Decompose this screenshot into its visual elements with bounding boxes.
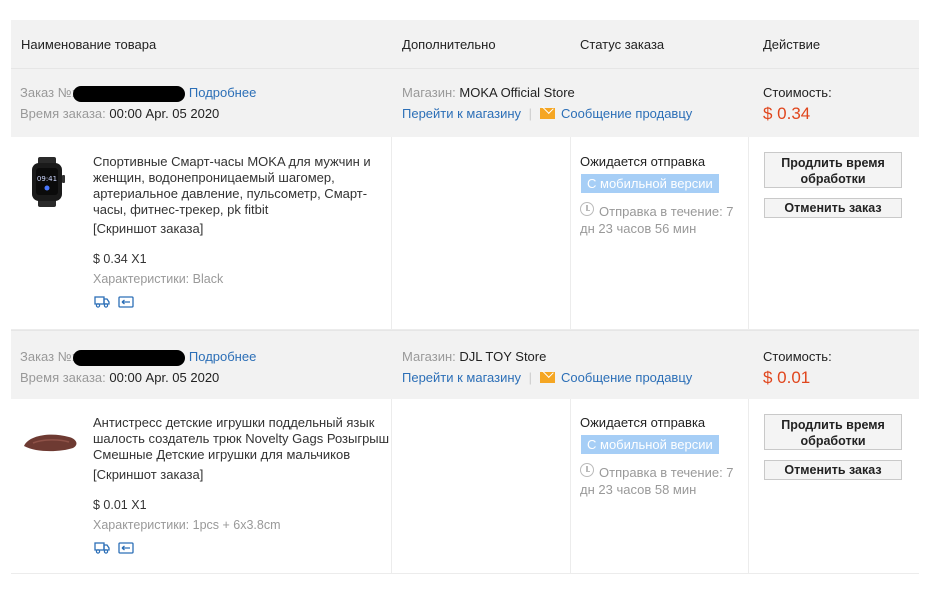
redacted-order-number — [73, 349, 186, 366]
price-quantity: $ 0.34 X1 — [93, 252, 147, 266]
order-details-link[interactable]: Подробнее — [189, 85, 256, 100]
order-item-row: 09:41 Спортивные Смарт-часы MOKA для муж… — [11, 137, 919, 330]
header-extra: Дополнительно — [402, 37, 496, 52]
header-product-name: Наименование товара — [21, 37, 157, 52]
cost-value: $ 0.34 — [763, 104, 811, 123]
return-icon[interactable] — [118, 541, 134, 554]
mail-icon[interactable] — [540, 108, 556, 119]
message-seller-link[interactable]: Сообщение продавцу — [561, 370, 692, 385]
order-time-label: Время заказа: — [20, 370, 106, 385]
order-details-link[interactable]: Подробнее — [189, 349, 256, 364]
fake-tongue-image[interactable] — [21, 429, 81, 455]
status-title: Ожидается отправка — [580, 415, 706, 430]
mobile-version-badge: С мобильной версии — [581, 174, 719, 193]
table-header: Наименование товара Дополнительно Статус… — [11, 20, 919, 68]
price-quantity: $ 0.01 X1 — [93, 498, 147, 512]
mobile-version-badge: С мобильной версии — [581, 435, 719, 454]
order-number-label: Заказ №: — [20, 85, 76, 100]
extend-processing-button[interactable]: Продлить время обработки — [764, 414, 902, 450]
order-item-row: Антистресс детские игрушки поддельный яз… — [11, 399, 919, 574]
extend-processing-button[interactable]: Продлить время обработки — [764, 152, 902, 188]
redacted-order-number — [73, 85, 186, 102]
order-header: Заказ №: Подробнее Время заказа: 00:00 A… — [11, 330, 919, 399]
delivery-truck-icon[interactable] — [94, 541, 110, 554]
return-icon[interactable] — [118, 295, 134, 308]
link-divider: | — [528, 106, 533, 121]
column-divider — [570, 137, 571, 329]
product-specs: Характеристики: Black — [93, 272, 224, 286]
header-status: Статус заказа — [580, 37, 665, 52]
status-title: Ожидается отправка — [580, 154, 706, 169]
order-screenshot-link[interactable]: [Скриншот заказа] — [93, 467, 203, 482]
store-name: DJL TOY Store — [459, 349, 547, 364]
delivery-truck-icon[interactable] — [94, 295, 110, 308]
cost-value: $ 0.01 — [763, 368, 811, 387]
shipping-eta: Отправка в течение: 7 дн 23 часов 58 мин — [580, 465, 734, 497]
order-time-label: Время заказа: — [20, 106, 106, 121]
product-title-link[interactable]: Антистресс детские игрушки поддельный яз… — [93, 415, 393, 463]
order-number-label: Заказ №: — [20, 349, 76, 364]
store-label: Магазин: — [402, 349, 456, 364]
column-divider — [570, 399, 571, 573]
store-name: MOKA Official Store — [459, 85, 575, 100]
message-seller-link[interactable]: Сообщение продавцу — [561, 106, 692, 121]
order-screenshot-link[interactable]: [Скриншот заказа] — [93, 221, 203, 236]
mail-icon[interactable] — [540, 372, 556, 383]
smartwatch-image[interactable]: 09:41 — [26, 157, 70, 207]
cancel-order-button[interactable]: Отменить заказ — [764, 460, 902, 480]
go-to-store-link[interactable]: Перейти к магазину — [402, 370, 521, 385]
cost-label: Стоимость: — [763, 349, 832, 364]
product-specs: Характеристики: 1pcs + 6x3.8cm — [93, 518, 281, 532]
order-time-value: 00:00 Apr. 05 2020 — [109, 370, 220, 385]
cost-label: Стоимость: — [763, 85, 832, 100]
order-header: Заказ №: Подробнее Время заказа: 00:00 A… — [11, 68, 919, 137]
svg-text:09:41: 09:41 — [37, 175, 57, 183]
order-time-value: 00:00 Apr. 05 2020 — [109, 106, 220, 121]
go-to-store-link[interactable]: Перейти к магазину — [402, 106, 521, 121]
header-action: Действие — [763, 37, 821, 52]
orders-table: Наименование товара Дополнительно Статус… — [11, 20, 919, 574]
shipping-eta: Отправка в течение: 7 дн 23 часов 56 мин — [580, 204, 734, 236]
product-title-link[interactable]: Спортивные Смарт-часы MOKA для мужчин и … — [93, 154, 393, 218]
cancel-order-button[interactable]: Отменить заказ — [764, 198, 902, 218]
link-divider: | — [528, 370, 533, 385]
store-label: Магазин: — [402, 85, 456, 100]
